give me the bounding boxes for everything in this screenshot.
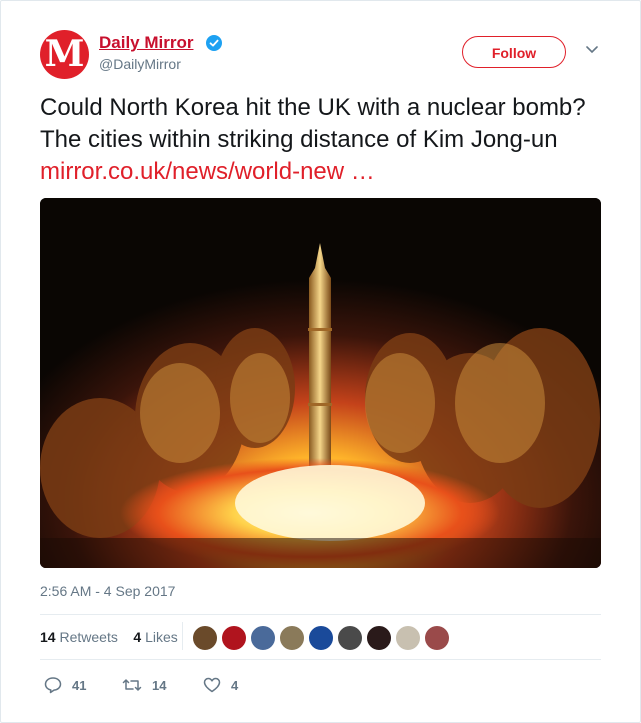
reply-icon xyxy=(44,677,62,694)
retweet-icon xyxy=(122,679,142,691)
like-stat[interactable]: 4 Likes xyxy=(133,629,177,645)
retweets-count: 14 xyxy=(40,629,56,645)
reply-button[interactable]: 41 xyxy=(44,675,104,695)
avatar[interactable]: M xyxy=(40,30,89,79)
tweet-media-image[interactable] xyxy=(40,198,601,568)
verified-badge-icon xyxy=(206,35,222,51)
tweet-stats: 14 Retweets 4 Likes xyxy=(40,629,178,647)
like-button[interactable]: 4 xyxy=(203,675,253,695)
avatar[interactable] xyxy=(395,625,421,651)
avatar-logo-letter: M xyxy=(44,33,85,75)
divider xyxy=(40,614,601,615)
avatar[interactable] xyxy=(308,625,334,651)
chevron-down-icon[interactable] xyxy=(586,46,598,54)
account-handle[interactable]: @DailyMirror xyxy=(99,56,181,72)
stats-separator xyxy=(182,622,183,650)
account-name[interactable]: Daily Mirror xyxy=(99,33,193,53)
retweet-count: 14 xyxy=(152,678,167,693)
avatar[interactable] xyxy=(192,625,218,651)
heart-icon xyxy=(203,677,221,693)
avatar[interactable] xyxy=(366,625,392,651)
retweet-stat[interactable]: 14 Retweets xyxy=(40,629,118,645)
avatar[interactable] xyxy=(424,625,450,651)
avatar[interactable] xyxy=(279,625,305,651)
divider xyxy=(40,659,601,660)
missile-launch-photo xyxy=(40,198,601,568)
tweet-timestamp[interactable]: 2:56 AM - 4 Sep 2017 xyxy=(40,583,175,599)
follow-button[interactable]: Follow xyxy=(462,36,566,68)
reply-count: 41 xyxy=(72,678,87,693)
avatar[interactable] xyxy=(221,625,247,651)
avatar[interactable] xyxy=(337,625,363,651)
like-count: 4 xyxy=(231,678,239,693)
likes-label: Likes xyxy=(145,629,178,645)
retweet-button[interactable]: 14 xyxy=(122,675,182,695)
tweet-link[interactable]: mirror.co.uk/news/world-new … xyxy=(40,158,375,185)
likes-count: 4 xyxy=(133,629,142,645)
tweet-text: Could North Korea hit the UK with a nucl… xyxy=(40,92,615,188)
retweets-label: Retweets xyxy=(59,629,118,645)
tweet-text-body: Could North Korea hit the UK with a nucl… xyxy=(40,94,586,153)
avatar[interactable] xyxy=(250,625,276,651)
